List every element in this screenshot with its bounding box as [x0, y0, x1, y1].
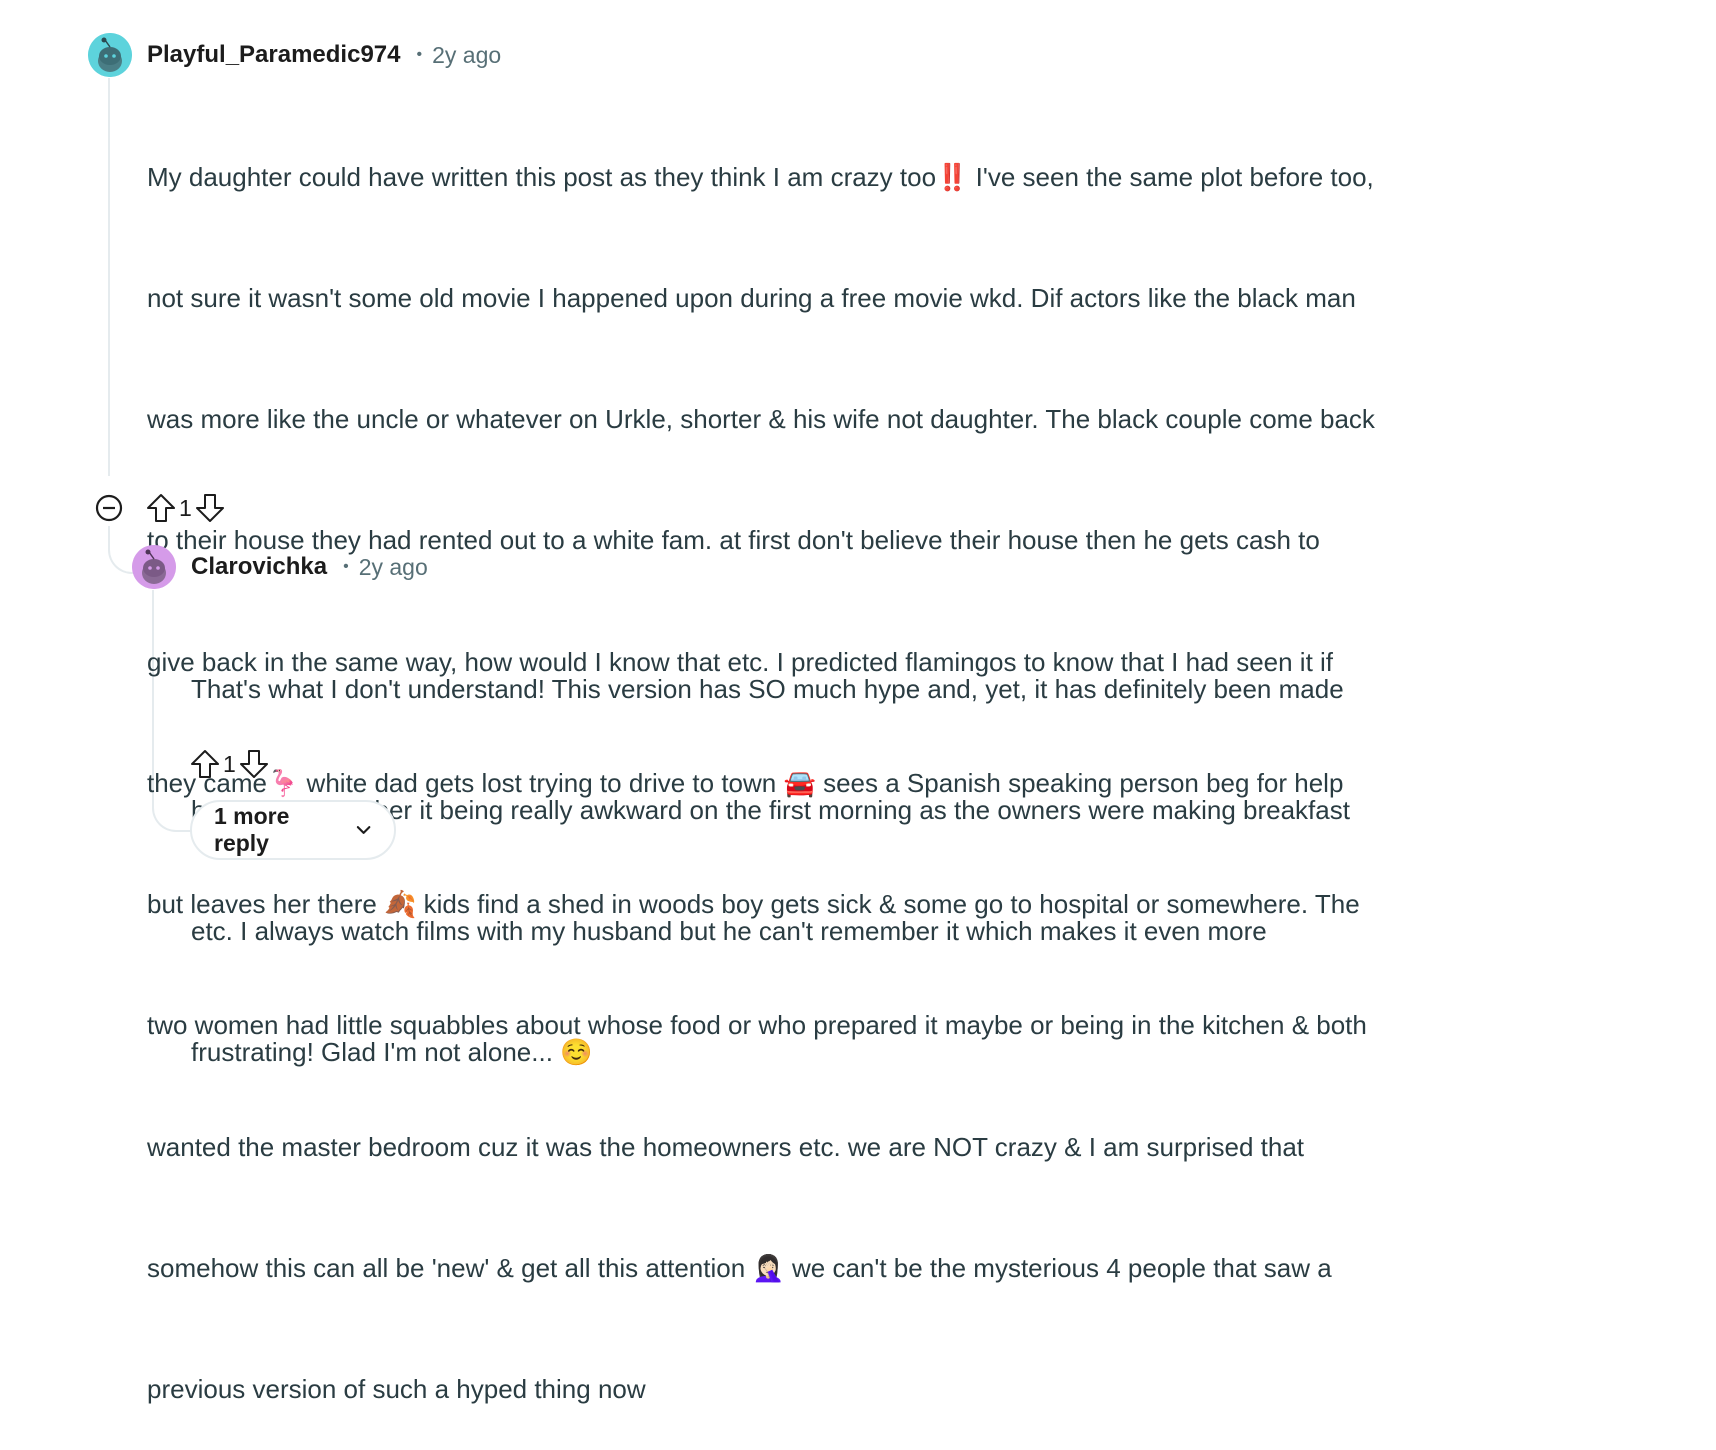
comment-meta: Clarovichka • 2y ago [191, 552, 428, 582]
comment-line: My daughter could have written this post… [147, 161, 1374, 192]
comment-line: etc. I always watch films with my husban… [191, 916, 1267, 947]
comment-line: somehow this can all be 'new' & get all … [147, 1252, 1332, 1283]
separator-dot: • [416, 46, 423, 63]
comment-line: frustrating! Glad I'm not alone... ☺️ [191, 1037, 593, 1068]
downvote-arrow-icon [195, 494, 224, 522]
collapse-button[interactable] [95, 494, 123, 522]
separator-dot: • [343, 558, 349, 575]
snoo-avatar-icon [88, 33, 132, 77]
username[interactable]: Playful_Paramedic974 [147, 41, 401, 69]
comment-line: previous version of such a hyped thing n… [147, 1374, 646, 1404]
comment-line: wanted the master bedroom cuz it was the… [147, 1131, 1305, 1162]
collapse-minus-icon [95, 494, 123, 522]
avatar[interactable] [88, 33, 132, 77]
comment-line: was more like the uncle or whatever on U… [147, 404, 1375, 435]
vote-bar: 1 [189, 747, 270, 781]
downvote-button[interactable] [238, 748, 270, 780]
thread-line-main[interactable] [108, 78, 110, 476]
avatar[interactable] [132, 545, 176, 589]
upvote-button[interactable] [145, 492, 177, 524]
comment-meta: Playful_Paramedic974 • 2y ago [147, 40, 501, 70]
thread-line-curve-reply [108, 526, 134, 574]
facepalm-emoji: 🤦🏻‍♀️ [752, 1252, 785, 1283]
downvote-arrow-icon [239, 750, 268, 778]
comment-line: not sure it wasn't some old movie I happ… [147, 283, 1356, 314]
double-exclamation-emoji: ‼️ [936, 161, 969, 192]
more-replies-button[interactable]: 1 more reply [190, 800, 396, 860]
upvote-arrow-icon [191, 750, 219, 778]
downvote-button[interactable] [194, 492, 226, 524]
vote-count: 1 [223, 750, 236, 777]
smiling-face-emoji: ☺️ [560, 1037, 593, 1068]
vote-bar: 1 [145, 491, 226, 525]
upvote-button[interactable] [189, 748, 221, 780]
snoo-avatar-icon [132, 545, 176, 589]
chevron-down-icon [356, 826, 371, 834]
timestamp[interactable]: 2y ago [359, 554, 428, 581]
timestamp[interactable]: 2y ago [432, 42, 501, 69]
more-replies-label: 1 more reply [214, 803, 290, 856]
upvote-arrow-icon [147, 494, 175, 522]
comment-line: That's what I don't understand! This ver… [191, 673, 1344, 704]
username[interactable]: Clarovichka [191, 553, 327, 581]
vote-count: 1 [179, 494, 192, 521]
